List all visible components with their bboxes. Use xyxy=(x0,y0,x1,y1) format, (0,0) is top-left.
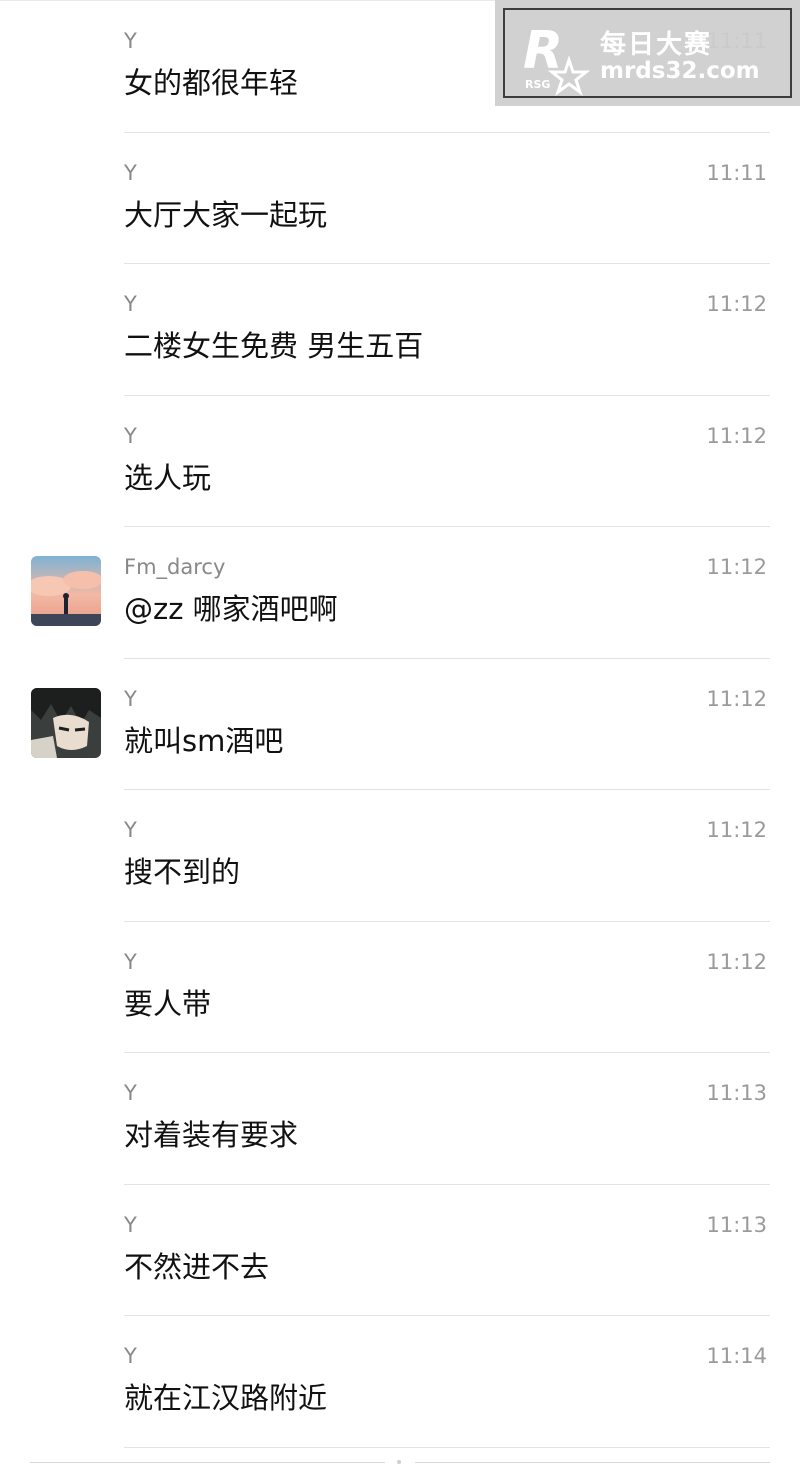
message-row[interactable]: Y 11:12 二楼女生免费 男生五百 xyxy=(0,264,800,396)
message-text[interactable]: 对着装有要求 xyxy=(124,1116,298,1154)
anime-avatar-icon[interactable] xyxy=(31,687,101,758)
message-time: 11:13 xyxy=(706,1081,767,1105)
sender-name[interactable]: Y xyxy=(124,160,137,186)
message-time: 11:12 xyxy=(706,292,767,316)
message-time: 11:11 xyxy=(706,160,767,185)
message-row[interactable]: Y 11:12 选人玩 xyxy=(0,396,800,528)
message-text[interactable]: 不然进不去 xyxy=(124,1248,269,1286)
sender-name[interactable]: Y xyxy=(124,949,137,975)
sender-name[interactable]: Y xyxy=(124,817,137,843)
message-text[interactable]: @zz 哪家酒吧啊 xyxy=(124,590,338,628)
message-row[interactable]: Y 11:12 要人带 xyxy=(0,922,800,1054)
message-time: 11:12 xyxy=(706,423,767,448)
message-text[interactable]: 就在江汉路附近 xyxy=(124,1379,327,1417)
message-text[interactable]: 女的都很年轻 xyxy=(124,64,298,102)
message-time: 11:12 xyxy=(706,818,767,842)
message-list: Y 11:11 女的都很年轻 Y 11:11 大厅大家一起玩 Y 11:12 二… xyxy=(0,0,800,1448)
watermark-title: 每日大赛 xyxy=(600,30,713,60)
svg-text:RSG: RSG xyxy=(525,78,550,91)
message-time: 11:12 xyxy=(706,949,767,974)
message-row[interactable]: Y 11:13 对着装有要求 xyxy=(0,1053,800,1185)
message-row[interactable]: Y 11:12 搜不到的 xyxy=(0,790,800,922)
sender-name[interactable]: Y xyxy=(124,1343,137,1369)
sender-name[interactable]: Y xyxy=(124,291,137,317)
message-time: 11:13 xyxy=(706,1212,767,1237)
sender-name[interactable]: Y xyxy=(124,1080,137,1106)
message-text[interactable]: 就叫sm酒吧 xyxy=(124,722,283,760)
sky-avatar-icon[interactable] xyxy=(31,556,101,626)
message-text[interactable]: 选人玩 xyxy=(124,459,211,497)
watermark-url: mrds32.com xyxy=(600,58,760,84)
message-row[interactable]: Y 11:11 大厅大家一起玩 xyxy=(0,133,800,265)
message-time: 11:12 xyxy=(706,555,767,579)
sender-name[interactable]: Y xyxy=(124,1212,137,1238)
message-text[interactable]: 搜不到的 xyxy=(124,853,240,891)
sender-name[interactable]: Fm_darcy xyxy=(124,554,225,580)
sender-name[interactable]: Y xyxy=(124,423,137,449)
watermark-overlay: R RSG 每日大赛 mrds32.com xyxy=(495,0,800,106)
sender-name[interactable]: Y xyxy=(124,686,137,712)
message-text[interactable]: 大厅大家一起玩 xyxy=(124,196,327,234)
message-time: 11:14 xyxy=(706,1344,767,1368)
message-text[interactable]: 要人带 xyxy=(124,985,211,1023)
message-row[interactable]: Y 11:12 就叫sm酒吧 xyxy=(0,659,800,791)
message-row[interactable]: Fm_darcy 11:12 @zz 哪家酒吧啊 xyxy=(0,527,800,659)
sender-name[interactable]: Y xyxy=(124,28,137,54)
bottom-divider xyxy=(30,1460,770,1464)
message-row[interactable]: Y 11:14 就在江汉路附近 xyxy=(0,1316,800,1448)
message-row[interactable]: Y 11:13 不然进不去 xyxy=(0,1185,800,1317)
rockstar-logo-icon: R RSG xyxy=(523,21,591,96)
message-time: 11:12 xyxy=(706,686,767,711)
message-text[interactable]: 二楼女生免费 男生五百 xyxy=(124,327,423,365)
